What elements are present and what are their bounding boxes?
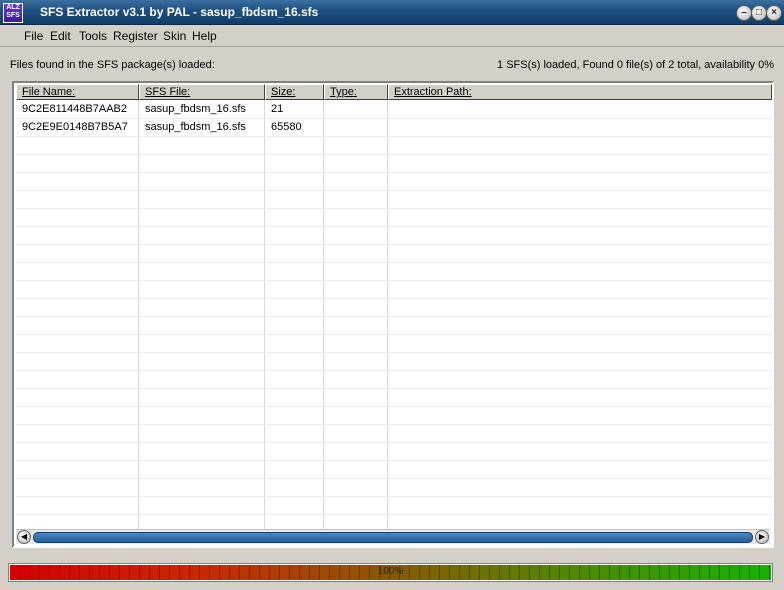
empty-row — [16, 425, 772, 443]
column-header-size[interactable]: Size: — [265, 84, 324, 100]
empty-row — [16, 263, 772, 281]
empty-row — [16, 317, 772, 335]
file-list[interactable]: File Name: SFS File: Size: Type: Extract… — [12, 81, 774, 548]
cell-extraction-path — [388, 119, 394, 136]
files-found-label: Files found in the SFS package(s) loaded… — [10, 59, 215, 71]
table-row[interactable]: 9C2E9E0148B7B5A7 sasup_fbdsm_16.sfs 6558… — [16, 119, 772, 137]
close-button[interactable]: × — [766, 5, 782, 21]
cell-type — [324, 101, 330, 118]
cell-file-name: 9C2E811448B7AAB2 — [22, 103, 127, 115]
empty-row — [16, 281, 772, 299]
empty-row — [16, 407, 772, 425]
cell-size: 21 — [271, 103, 284, 115]
menu-skin[interactable]: Skin — [163, 29, 186, 43]
empty-row — [16, 245, 772, 263]
app-icon[interactable]: ALZ SFS — [3, 3, 23, 23]
progress-label: 100% — [377, 566, 404, 577]
empty-row — [16, 209, 772, 227]
empty-row — [16, 389, 772, 407]
empty-row — [16, 155, 772, 173]
maximize-button[interactable]: □ — [751, 5, 767, 21]
menu-bar: File Edit Tools Register Skin Help — [0, 25, 784, 47]
load-status-text: 1 SFS(s) loaded, Found 0 file(s) of 2 to… — [497, 59, 774, 71]
empty-row — [16, 335, 772, 353]
minimize-button[interactable]: – — [736, 5, 752, 21]
empty-row — [16, 353, 772, 371]
cell-sfs-file: sasup_fbdsm_16.sfs — [145, 121, 246, 133]
column-header-file-name[interactable]: File Name: — [16, 84, 139, 100]
scroll-right-icon[interactable]: ▶ — [755, 530, 769, 544]
empty-row — [16, 461, 772, 479]
progress-bar: 100% — [8, 563, 773, 582]
cell-type — [324, 119, 330, 136]
horizontal-scrollbar[interactable]: ◀ ▶ — [16, 529, 770, 544]
title-bar[interactable]: ALZ SFS SFS Extractor v3.1 by PAL - sasu… — [0, 0, 784, 25]
scrollbar-thumb[interactable] — [33, 532, 753, 543]
cell-sfs-file: sasup_fbdsm_16.sfs — [145, 103, 246, 115]
menu-edit[interactable]: Edit — [50, 29, 71, 43]
cell-file-name: 9C2E9E0148B7B5A7 — [22, 121, 128, 133]
menu-file[interactable]: File — [24, 29, 43, 43]
empty-row — [16, 299, 772, 317]
menu-help[interactable]: Help — [192, 29, 217, 43]
empty-row — [16, 173, 772, 191]
column-header-extraction-path[interactable]: Extraction Path: — [388, 84, 772, 100]
menu-register[interactable]: Register — [113, 29, 158, 43]
cell-size: 65580 — [271, 121, 302, 133]
cell-extraction-path — [388, 101, 394, 118]
empty-row — [16, 479, 772, 497]
empty-row — [16, 497, 772, 515]
menu-tools[interactable]: Tools — [79, 29, 107, 43]
empty-row — [16, 371, 772, 389]
column-header-sfs-file[interactable]: SFS File: — [139, 84, 265, 100]
empty-row — [16, 137, 772, 155]
empty-row — [16, 443, 772, 461]
window-title: SFS Extractor v3.1 by PAL - sasup_fbdsm_… — [40, 5, 319, 19]
scroll-left-icon[interactable]: ◀ — [17, 530, 31, 544]
list-rows: 9C2E811448B7AAB2 sasup_fbdsm_16.sfs 21 9… — [16, 101, 772, 546]
empty-row — [16, 227, 772, 245]
table-row[interactable]: 9C2E811448B7AAB2 sasup_fbdsm_16.sfs 21 — [16, 101, 772, 119]
list-header: File Name: SFS File: Size: Type: Extract… — [16, 84, 772, 100]
empty-row — [16, 191, 772, 209]
column-header-type[interactable]: Type: — [324, 84, 388, 100]
